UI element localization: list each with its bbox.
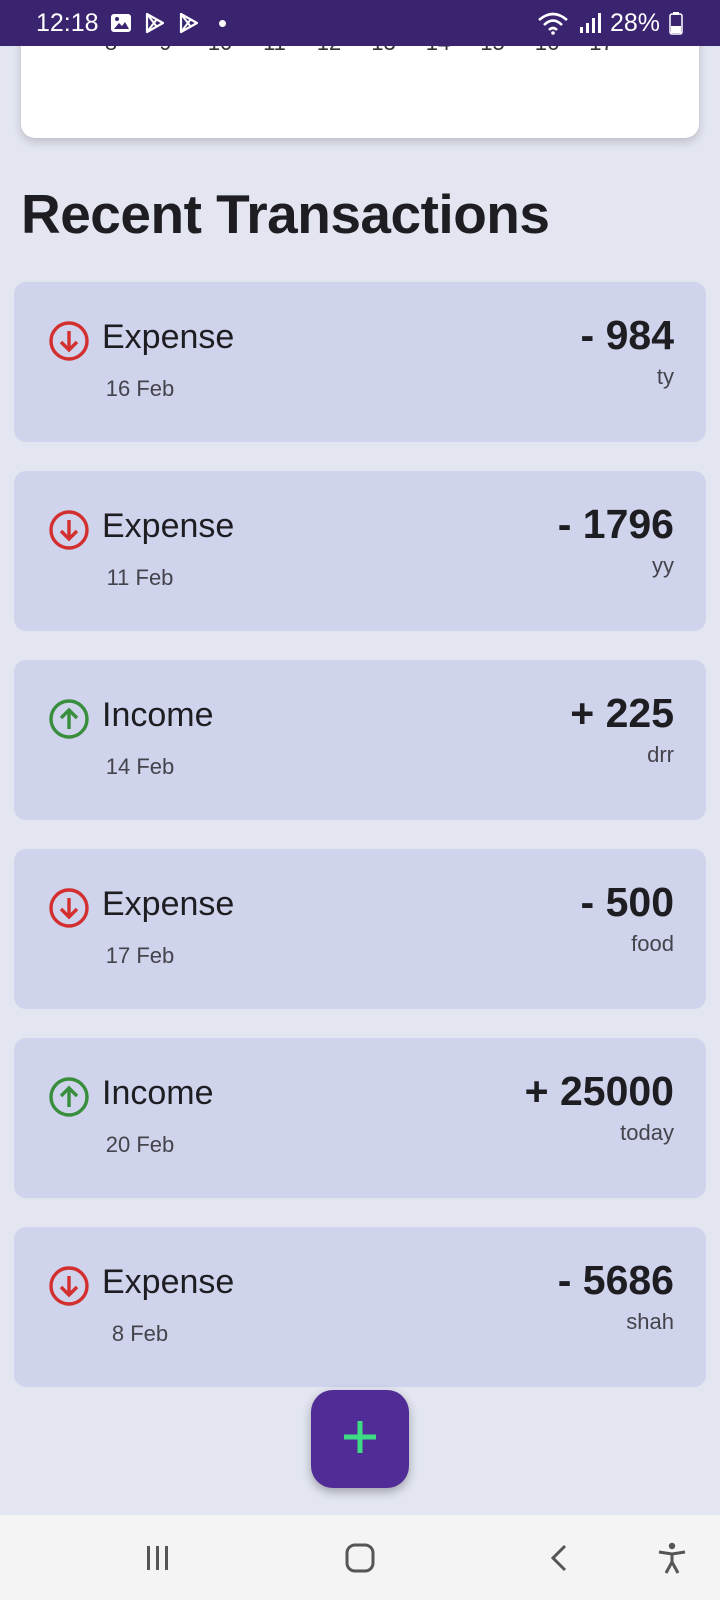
accessibility-button[interactable]: [649, 1535, 695, 1581]
transaction-type: Income: [102, 696, 214, 734]
transaction-note: food: [631, 931, 674, 956]
transaction-type: Expense: [102, 1263, 235, 1301]
section-title: Recent Transactions: [21, 183, 550, 245]
transaction-card[interactable]: Expense 17 Feb - 500 food: [14, 849, 706, 1009]
transaction-amount: - 500: [580, 879, 674, 925]
transaction-amount: - 1796: [557, 501, 674, 547]
battery-icon: [668, 11, 684, 35]
transaction-note: today: [620, 1120, 674, 1145]
transaction-amount: + 225: [570, 690, 674, 736]
transaction-date: 8 Feb: [111, 1321, 169, 1346]
home-button[interactable]: [337, 1535, 383, 1581]
transaction-type: Expense: [102, 507, 235, 545]
play-store-notification-icon: [143, 11, 167, 35]
arrow-up-circle-icon: [48, 1076, 90, 1118]
recent-apps-button[interactable]: [135, 1535, 181, 1581]
play-store-notification-icon-2: [177, 11, 201, 35]
arrow-up-circle-icon: [48, 698, 90, 740]
arrow-down-circle-icon: [48, 1265, 90, 1307]
wifi-icon: [536, 11, 570, 35]
battery-percent: 28%: [609, 8, 660, 37]
transaction-note: yy: [652, 553, 674, 578]
transaction-card[interactable]: Expense 8 Feb - 5686 shah: [14, 1227, 706, 1387]
transaction-date: 11 Feb: [106, 565, 174, 590]
transaction-amount: + 25000: [524, 1068, 674, 1114]
system-navigation-bar: [0, 1515, 720, 1600]
transaction-note: drr: [647, 742, 674, 767]
transaction-type: Expense: [102, 318, 235, 356]
transaction-note: shah: [626, 1309, 674, 1334]
back-icon: [550, 1544, 567, 1572]
transaction-date: 16 Feb: [105, 376, 175, 401]
arrow-down-circle-icon: [48, 509, 90, 551]
recent-apps-icon: [147, 1546, 168, 1570]
transaction-type: Income: [102, 1074, 214, 1112]
plus-icon: [340, 1417, 380, 1462]
transaction-date: 17 Feb: [105, 943, 175, 968]
arrow-down-circle-icon: [48, 887, 90, 929]
transaction-date: 14 Feb: [105, 754, 175, 779]
home-icon: [345, 1543, 375, 1573]
add-transaction-button[interactable]: [311, 1390, 409, 1488]
transaction-date: 20 Feb: [105, 1132, 175, 1157]
gallery-notification-icon: [109, 11, 133, 35]
more-notifications-dot-icon: [218, 19, 226, 27]
transactions-list: Expense 16 Feb - 984 ty Expense 11 Feb - 1796 y…: [14, 282, 706, 1416]
arrow-down-circle-icon: [48, 320, 90, 362]
transaction-card[interactable]: Income 14 Feb + 225 drr: [14, 660, 706, 820]
signal-icon: [578, 11, 602, 35]
status-time: 12:18: [36, 8, 99, 37]
transaction-card[interactable]: Expense 11 Feb - 1796 yy: [14, 471, 706, 631]
status-bar: 12:18 28%: [0, 0, 720, 46]
transaction-card[interactable]: Expense 16 Feb - 984 ty: [14, 282, 706, 442]
transaction-type: Expense: [102, 885, 235, 923]
transaction-amount: - 5686: [557, 1257, 674, 1303]
transaction-note: ty: [656, 364, 674, 389]
accessibility-icon: [658, 1542, 686, 1574]
transaction-amount: - 984: [580, 312, 674, 358]
transaction-card[interactable]: Income 20 Feb + 25000 today: [14, 1038, 706, 1198]
back-button[interactable]: [537, 1535, 583, 1581]
